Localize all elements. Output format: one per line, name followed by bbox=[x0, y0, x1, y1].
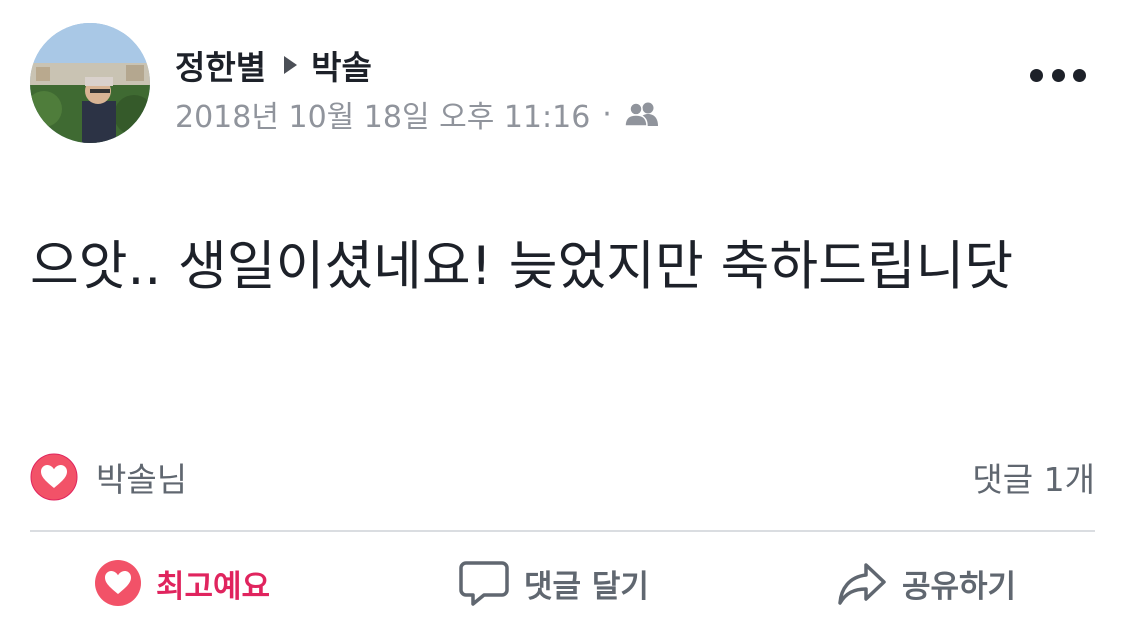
dot bbox=[1073, 68, 1086, 82]
reactors-text[interactable]: 박솔님 bbox=[96, 453, 187, 501]
author-name[interactable]: 정한별 bbox=[175, 41, 266, 89]
reactions-left[interactable]: 박솔님 bbox=[30, 453, 187, 501]
comment-button-label: 댓글 달기 bbox=[524, 568, 649, 605]
post-meta: 2018년 10월 18일 오후 11:16 · bbox=[175, 93, 660, 135]
dot bbox=[1051, 68, 1065, 82]
divider bbox=[30, 530, 1095, 532]
share-button[interactable]: 공유하기 bbox=[836, 548, 1016, 618]
share-button-label: 공유하기 bbox=[902, 568, 1017, 605]
post-header: 정한별 박솔 bbox=[175, 40, 372, 90]
share-arrow-icon bbox=[836, 557, 888, 609]
reactions-summary: 박솔님 댓글 1개 bbox=[30, 450, 1095, 504]
post-text: 으앗.. 생일이셨네요! 늦었지만 축하드립니닷 bbox=[30, 236, 1014, 297]
meta-separator: · bbox=[602, 96, 612, 132]
comment-button[interactable]: 댓글 달기 bbox=[458, 548, 649, 618]
target-name[interactable]: 박솔 bbox=[311, 41, 372, 89]
comment-bubble-icon bbox=[458, 557, 510, 609]
dot bbox=[1030, 68, 1043, 82]
author-avatar[interactable] bbox=[30, 23, 150, 143]
action-bar: 최고예요 댓글 달기 공유하기 bbox=[30, 548, 1095, 618]
post-timestamp[interactable]: 2018년 10월 18일 오후 11:16 bbox=[175, 92, 590, 136]
right-triangle-icon bbox=[284, 56, 298, 74]
comment-count[interactable]: 댓글 1개 bbox=[972, 453, 1095, 501]
friends-icon[interactable] bbox=[624, 101, 660, 127]
love-button[interactable]: 최고예요 bbox=[94, 548, 270, 618]
heart-reaction-icon bbox=[30, 453, 78, 501]
avatar-photo bbox=[30, 23, 150, 143]
more-options-icon[interactable] bbox=[1030, 64, 1086, 86]
love-button-label: 최고예요 bbox=[156, 568, 271, 605]
heart-icon bbox=[94, 559, 142, 607]
